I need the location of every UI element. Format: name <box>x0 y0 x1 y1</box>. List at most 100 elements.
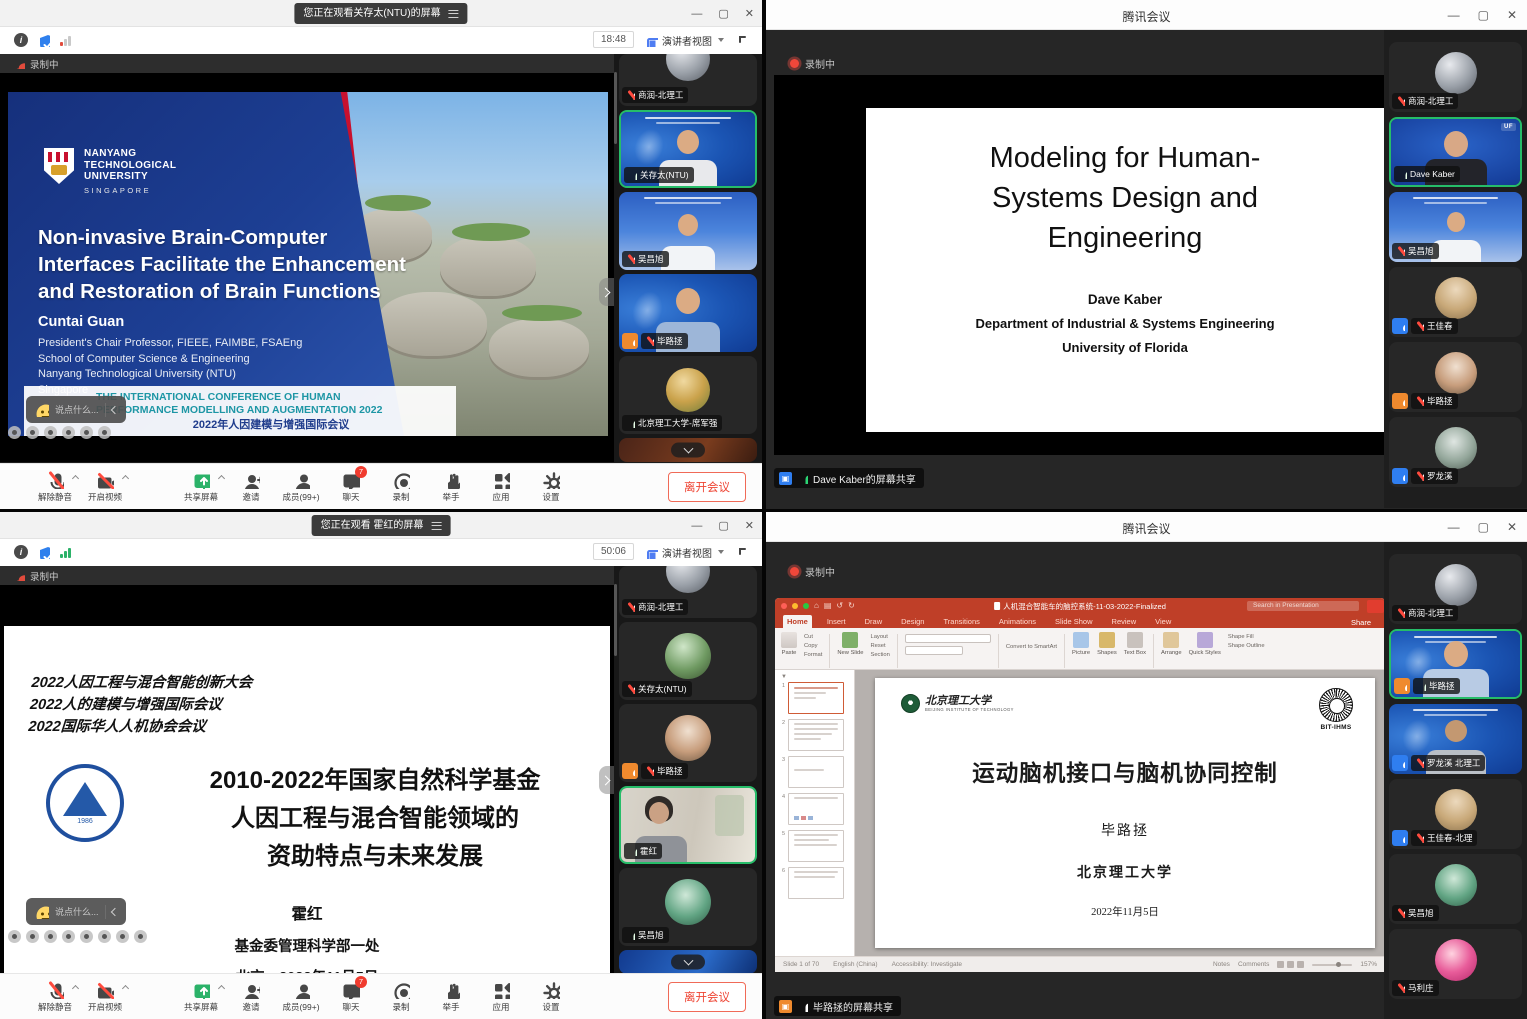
share-screen-button[interactable]: 共享屏幕 <box>176 981 226 1013</box>
say-something-input[interactable]: 说点什么... <box>55 403 99 416</box>
smiley-icon[interactable] <box>34 904 49 919</box>
language-status[interactable]: English (China) <box>833 961 877 968</box>
annotation-tool-icon[interactable] <box>116 930 129 943</box>
participant-tile[interactable]: 毕路拯 <box>1389 342 1522 412</box>
notes-toggle[interactable]: Notes <box>1213 961 1230 968</box>
participant-tile[interactable] <box>619 438 757 462</box>
mac-zoom-button[interactable] <box>803 603 809 609</box>
participant-tile[interactable]: 罗龙溪 北理工 <box>1389 704 1522 774</box>
mac-minimize-button[interactable] <box>792 603 798 609</box>
annotation-tool-icon[interactable] <box>26 930 39 943</box>
slide-thumb-1[interactable]: 1 <box>779 682 850 714</box>
start-video-button[interactable]: 开启视频 <box>80 471 130 503</box>
collapse-left-icon[interactable] <box>110 405 118 413</box>
expand-caret-icon[interactable] <box>122 984 129 991</box>
record-button[interactable]: 录制 <box>376 981 426 1013</box>
shape-outline-button[interactable]: Shape Outline <box>1228 643 1265 649</box>
slide-thumb-3[interactable]: 3 <box>779 756 850 788</box>
copy-button[interactable]: Copy <box>804 643 822 649</box>
annotation-tool-icon[interactable] <box>80 930 93 943</box>
minimize-button[interactable]: — <box>691 8 702 20</box>
participant-tile[interactable]: 毕路拯 <box>619 274 757 352</box>
tab-home[interactable]: Home <box>783 615 812 628</box>
apps-button[interactable]: 应用 <box>476 981 526 1013</box>
chat-button[interactable]: 7聊天 <box>326 981 376 1013</box>
comments-toggle[interactable]: Comments <box>1238 961 1269 968</box>
window-titlebar[interactable]: 您正在观看关存太(NTU)的屏幕 — ▢ ✕ <box>0 0 762 27</box>
tab-draw[interactable]: Draw <box>861 615 887 628</box>
share-screen-button[interactable]: 共享屏幕 <box>176 471 226 503</box>
annotation-tool-icon[interactable] <box>62 930 75 943</box>
participant-tile[interactable]: 吴昌旭 <box>1389 192 1522 262</box>
security-shield-icon[interactable] <box>36 545 50 559</box>
new-slide-button[interactable]: New Slide <box>837 632 863 656</box>
participant-tile[interactable]: 商润-北理工 <box>1389 42 1522 112</box>
slide-thumb-5[interactable]: 5 <box>779 830 850 862</box>
fullscreen-button[interactable] <box>736 33 750 47</box>
reset-button[interactable]: Reset <box>870 643 889 649</box>
tab-slideshow[interactable]: Slide Show <box>1051 615 1097 628</box>
leave-meeting-button[interactable]: 离开会议 <box>668 472 746 502</box>
participant-tile-active[interactable]: 毕路拯 <box>1389 629 1522 699</box>
zoom-slider[interactable] <box>1312 964 1352 966</box>
annotation-tool-icon[interactable] <box>44 930 57 943</box>
security-shield-icon[interactable] <box>36 33 50 47</box>
font-controls[interactable] <box>905 632 991 655</box>
maximize-button[interactable]: ▢ <box>718 519 728 532</box>
section-button[interactable]: Section <box>870 652 889 658</box>
close-button[interactable]: ✕ <box>1507 8 1517 22</box>
annotation-tool-icon[interactable] <box>80 426 93 439</box>
window-titlebar[interactable]: 腾讯会议 — ▢ ✕ <box>766 0 1527 30</box>
raise-hand-button[interactable]: 举手 <box>426 981 476 1013</box>
save-icon[interactable]: ▤ <box>824 602 832 610</box>
collapse-rail-button[interactable] <box>671 443 705 458</box>
view-switcher-icons[interactable] <box>1277 961 1304 968</box>
maximize-button[interactable]: ▢ <box>1478 520 1489 534</box>
close-button[interactable]: ✕ <box>745 519 754 532</box>
participant-tile[interactable]: 马利庄 <box>1389 929 1522 999</box>
redo-icon[interactable]: ↻ <box>848 602 855 610</box>
close-button[interactable]: ✕ <box>745 7 754 20</box>
unmute-button[interactable]: 解除静音 <box>30 981 80 1013</box>
picture-button[interactable]: Picture <box>1072 632 1090 656</box>
meeting-info-icon[interactable]: i <box>14 33 28 47</box>
expand-caret-icon[interactable] <box>122 474 129 481</box>
annotation-tool-icon[interactable] <box>98 426 111 439</box>
textbox-button[interactable]: Text Box <box>1124 632 1146 656</box>
participant-tile[interactable]: 吴昌旭 <box>619 868 757 946</box>
participant-tile-active[interactable]: 霍红 <box>619 786 757 864</box>
annotation-toolbar[interactable] <box>8 930 147 943</box>
annotation-tool-icon[interactable] <box>8 930 21 943</box>
participant-tile[interactable]: 商润-北理工 <box>1389 554 1522 624</box>
start-video-button[interactable]: 开启视频 <box>80 981 130 1013</box>
window-titlebar[interactable]: 腾讯会议 — ▢ ✕ <box>766 512 1527 542</box>
quick-reaction-bar[interactable]: 说点什么... <box>26 396 126 423</box>
quick-reaction-bar[interactable]: 说点什么... <box>26 898 126 925</box>
convert-smartart-button[interactable]: Convert to SmartArt <box>1006 644 1057 650</box>
expand-caret-icon[interactable] <box>72 474 79 481</box>
participant-tile[interactable]: 吴昌旭 <box>1389 854 1522 924</box>
tab-view[interactable]: View <box>1151 615 1175 628</box>
participant-tile[interactable]: 罗龙溪 <box>1389 417 1522 487</box>
minimize-button[interactable]: — <box>1448 8 1460 22</box>
window-menu-icon[interactable] <box>449 10 459 18</box>
annotation-tool-icon[interactable] <box>44 426 57 439</box>
smiley-icon[interactable] <box>34 402 49 417</box>
invite-button[interactable]: 邀请 <box>226 471 276 503</box>
record-button[interactable]: 录制 <box>376 471 426 503</box>
layout-button[interactable]: Layout <box>870 634 889 640</box>
annotation-tool-icon[interactable] <box>62 426 75 439</box>
apps-button[interactable]: 应用 <box>476 471 526 503</box>
participant-tile[interactable]: 吴昌旭 <box>619 192 757 270</box>
invite-button[interactable]: 邀请 <box>226 981 276 1013</box>
accessibility-status[interactable]: Accessibility: Investigate <box>892 961 962 968</box>
tab-animations[interactable]: Animations <box>995 615 1040 628</box>
zoom-level[interactable]: 157% <box>1360 961 1377 968</box>
expand-caret-icon[interactable] <box>218 984 225 991</box>
participant-tile-active[interactable]: 关存太(NTU) <box>619 110 757 188</box>
quick-styles-button[interactable]: Quick Styles <box>1189 632 1221 656</box>
shape-fill-button[interactable]: Shape Fill <box>1228 634 1265 640</box>
unmute-button[interactable]: 解除静音 <box>30 471 80 503</box>
raise-hand-button[interactable]: 举手 <box>426 471 476 503</box>
tab-review[interactable]: Review <box>1108 615 1141 628</box>
